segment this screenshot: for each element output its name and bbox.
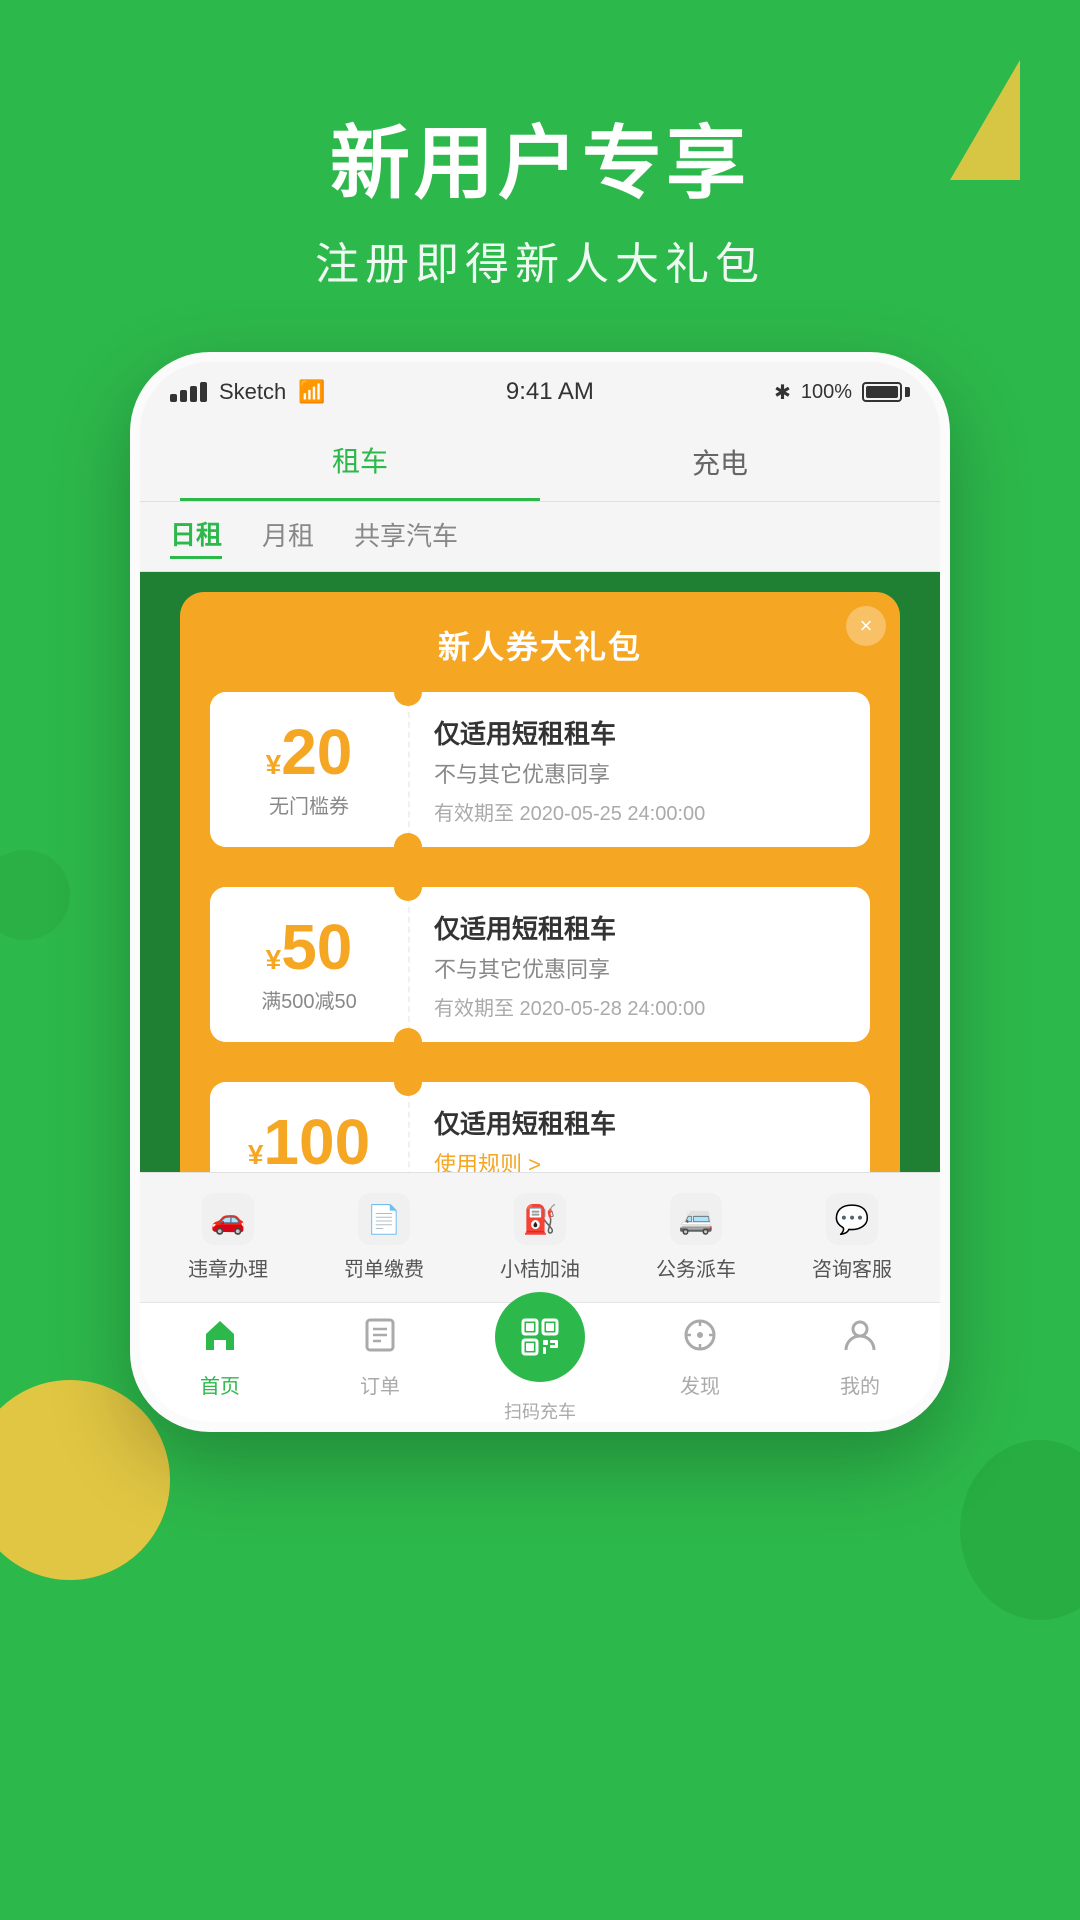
discover-icon <box>681 1316 719 1364</box>
header-subtitle: 注册即得新人大礼包 <box>0 228 1080 292</box>
service-item-consult[interactable]: 💬 咨询客服 <box>774 1193 930 1282</box>
coupon-amount-3: ¥100 <box>248 1110 370 1172</box>
fuel-icon: ⛽ <box>514 1193 566 1245</box>
sub-tab-gongxiang[interactable]: 共享汽车 <box>354 516 458 557</box>
coupon-card-2: ¥50 满500减50 仅适用短租租车 不与其它优惠同享 有效期至 2020-0… <box>210 887 870 1042</box>
battery-tip <box>905 387 910 397</box>
bottom-nav-discover[interactable]: 发现 <box>620 1316 780 1399</box>
coupon-left-3: ¥100 满1000减100 <box>210 1082 410 1172</box>
modal-close-button[interactable]: × <box>846 606 886 646</box>
nav-label-discover: 发现 <box>680 1370 720 1399</box>
nav-tab-zuche[interactable]: 租车 <box>180 422 540 501</box>
nav-tab-chongdian[interactable]: 充电 <box>540 422 900 501</box>
coupon-amount-2: ¥50 <box>266 915 353 979</box>
wifi-icon: 📶 <box>298 379 325 405</box>
coupon-condition-1: 无门槛券 <box>269 790 349 819</box>
coupon-validity-2: 有效期至 2020-05-28 24:00:00 <box>434 992 846 1021</box>
battery-percent: 100% <box>801 381 852 404</box>
home-icon <box>201 1316 239 1364</box>
sep-dot-2 <box>530 1052 550 1072</box>
phone-wrapper: Sketch 📶 9:41 AM ✱ 100% 租车 充电 <box>0 352 1080 1432</box>
coupon-desc-1: 不与其它优惠同享 <box>434 757 846 789</box>
signal-bar-4 <box>200 382 207 402</box>
signal-icon <box>170 382 207 402</box>
header-area: 新用户专享 注册即得新人大礼包 <box>0 0 1080 352</box>
business-icon: 🚐 <box>670 1193 722 1245</box>
violation-icon: 🚗 <box>202 1193 254 1245</box>
sep-dot-1 <box>530 857 550 877</box>
coupon-right-3: 仅适用短租租车 使用规则 > 有效期至 2020-05-30 24:00:00 <box>410 1084 870 1173</box>
scan-button[interactable] <box>495 1292 585 1382</box>
battery-icon <box>862 382 910 402</box>
modal-overlay[interactable]: × 新人券大礼包 ¥20 无门槛券 仅适用短租租车 不与其它优惠同享 <box>140 572 940 1172</box>
coupon-right-2: 仅适用短租租车 不与其它优惠同享 有效期至 2020-05-28 24:00:0… <box>410 889 870 1041</box>
coupon-left-2: ¥50 满500减50 <box>210 887 410 1042</box>
nav-label-orders: 订单 <box>360 1370 400 1399</box>
coupon-card-3: ¥100 满1000减100 仅适用短租租车 使用规则 > 有效期至 2020-… <box>210 1082 870 1172</box>
battery-fill <box>866 386 898 398</box>
coupon-right-1: 仅适用短租租车 不与其它优惠同享 有效期至 2020-05-25 24:00:0… <box>410 694 870 846</box>
phone-frame: Sketch 📶 9:41 AM ✱ 100% 租车 充电 <box>130 352 950 1432</box>
status-right: ✱ 100% <box>774 380 910 405</box>
coupon-validity-1: 有效期至 2020-05-25 24:00:00 <box>434 797 846 826</box>
service-label-fuel: 小桔加油 <box>500 1253 580 1282</box>
signal-bar-2 <box>180 390 187 402</box>
service-label-violation: 违章办理 <box>188 1253 268 1282</box>
signal-bar-3 <box>190 386 197 402</box>
bottom-nav-orders[interactable]: 订单 <box>300 1316 460 1399</box>
coupon-left-1: ¥20 无门槛券 <box>210 692 410 847</box>
nav-label-scan: 扫码充车 <box>504 1398 576 1424</box>
bottom-nav-home[interactable]: 首页 <box>140 1316 300 1399</box>
sub-tab-yuezu[interactable]: 月租 <box>262 516 314 557</box>
mine-icon <box>841 1316 879 1364</box>
app-content: × 新人券大礼包 ¥20 无门槛券 仅适用短租租车 不与其它优惠同享 <box>140 572 940 1172</box>
signal-bar-1 <box>170 394 177 402</box>
coupon-title-2: 仅适用短租租车 <box>434 909 846 946</box>
orders-icon <box>361 1316 399 1364</box>
app-nav: 租车 充电 <box>140 422 940 502</box>
coupon-rule-3[interactable]: 使用规则 > <box>434 1147 846 1173</box>
status-left: Sketch 📶 <box>170 379 326 405</box>
service-label-business: 公务派车 <box>656 1253 736 1282</box>
coupon-amount-1: ¥20 <box>266 720 353 784</box>
service-item-fuel[interactable]: ⛽ 小桔加油 <box>462 1193 618 1282</box>
sub-tab-rizu[interactable]: 日租 <box>170 515 222 559</box>
battery-body <box>862 382 902 402</box>
bluetooth-icon: ✱ <box>774 380 791 405</box>
bg-ellipse-right-decoration <box>960 1440 1080 1620</box>
nav-label-mine: 我的 <box>840 1370 880 1399</box>
modal-box: × 新人券大礼包 ¥20 无门槛券 仅适用短租租车 不与其它优惠同享 <box>180 592 900 1172</box>
service-item-fine[interactable]: 📄 罚单缴费 <box>306 1193 462 1282</box>
consult-icon: 💬 <box>826 1193 878 1245</box>
nav-label-home: 首页 <box>200 1370 240 1399</box>
coupon-desc-2: 不与其它优惠同享 <box>434 952 846 984</box>
status-bar: Sketch 📶 9:41 AM ✱ 100% <box>140 362 940 422</box>
coupon-condition-2: 满500减50 <box>261 985 357 1014</box>
service-label-fine: 罚单缴费 <box>344 1253 424 1282</box>
status-time: 9:41 AM <box>506 378 594 406</box>
modal-title: 新人券大礼包 <box>210 622 870 668</box>
bottom-nav-mine[interactable]: 我的 <box>780 1316 940 1399</box>
coupon-title-1: 仅适用短租租车 <box>434 714 846 751</box>
fine-icon: 📄 <box>358 1193 410 1245</box>
coupon-title-3: 仅适用短租租车 <box>434 1104 846 1141</box>
coupon-card-1: ¥20 无门槛券 仅适用短租租车 不与其它优惠同享 有效期至 2020-05-2… <box>210 692 870 847</box>
header-title: 新用户专享 <box>0 120 1080 208</box>
bottom-nav: 首页 订单 <box>140 1302 940 1422</box>
service-item-business[interactable]: 🚐 公务派车 <box>618 1193 774 1282</box>
services-bar: 🚗 违章办理 📄 罚单缴费 ⛽ 小桔加油 🚐 公务派车 💬 咨询客服 <box>140 1172 940 1302</box>
bottom-nav-scan[interactable]: 扫码充车 <box>460 1292 620 1424</box>
sub-tabs: 日租 月租 共享汽车 <box>140 502 940 572</box>
service-label-consult: 咨询客服 <box>812 1253 892 1282</box>
service-item-violation[interactable]: 🚗 违章办理 <box>150 1193 306 1282</box>
carrier-label: Sketch <box>219 379 286 405</box>
